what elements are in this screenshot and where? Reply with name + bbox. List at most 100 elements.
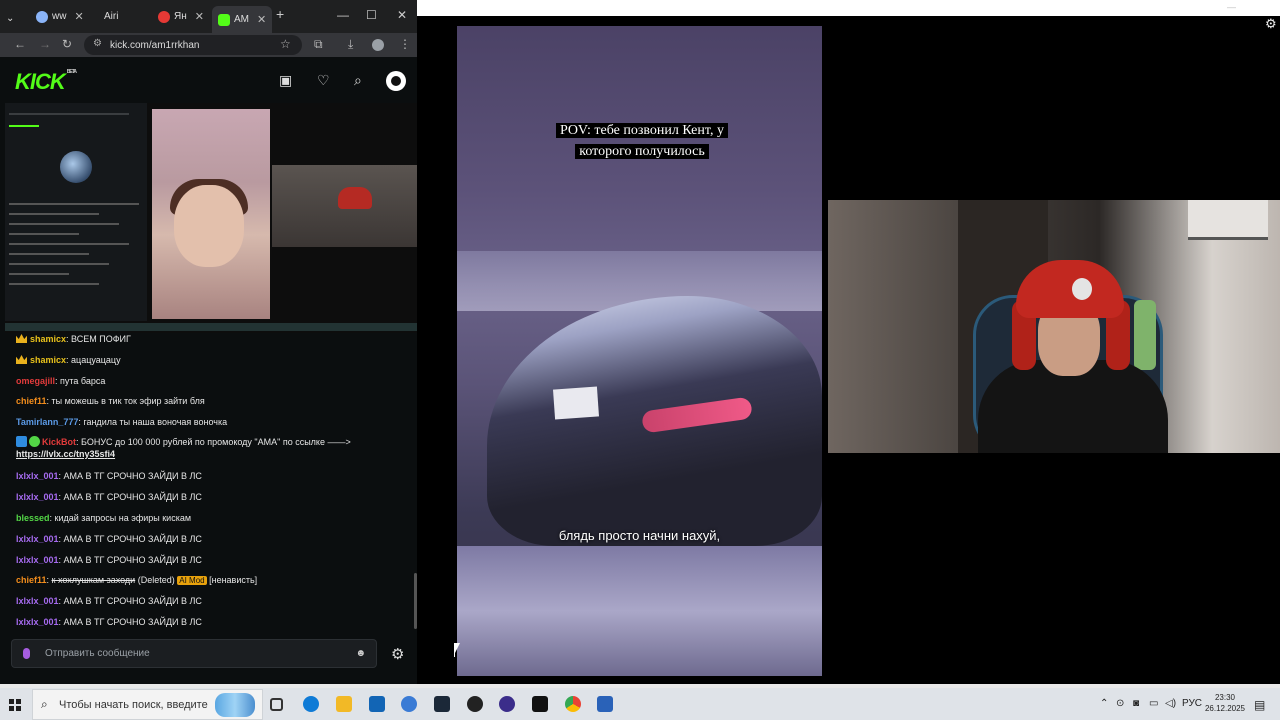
mouse-cursor (454, 643, 460, 657)
extensions-icon[interactable]: ⧉ (314, 37, 323, 52)
browser-tab-4[interactable]: АМ ✕ (212, 6, 273, 33)
chat-message: chief11: к хохлушкам заходи (Deleted) AI… (16, 574, 257, 587)
minimize-button[interactable]: — (1227, 2, 1236, 12)
stream-preview[interactable] (5, 103, 417, 333)
crown-badge-icon (16, 355, 27, 364)
close-icon[interactable]: ✕ (195, 10, 204, 23)
vertical-video[interactable]: POV: тебе позвонил Кент, у которого полу… (457, 26, 822, 676)
shared-screen-thumbnail (5, 103, 147, 321)
preview-taskbar (5, 323, 417, 331)
close-window-button[interactable]: ✕ (397, 8, 407, 22)
chat-username[interactable]: lxlxlx_001 (16, 596, 59, 606)
browser-tab-1[interactable]: ww ✕ (30, 6, 90, 27)
store-icon[interactable] (369, 696, 385, 712)
yandex-icon (158, 10, 170, 23)
browser-tab-3[interactable]: Ян ✕ (152, 6, 210, 27)
tab-label: Airi (104, 11, 119, 22)
user-avatar[interactable] (386, 71, 406, 91)
reload-button[interactable]: ↻ (62, 37, 72, 51)
task-view-icon[interactable] (270, 698, 283, 711)
minimize-button[interactable]: — (337, 8, 349, 22)
tab-label: АМ (234, 14, 249, 25)
chat-panel: shamicx: ВСЕМ ПОФИГ shamicx: ацацуацацу om… (0, 333, 417, 633)
clock-time: 23:30 (1214, 693, 1236, 702)
steam-icon[interactable] (434, 696, 450, 712)
search-icon[interactable]: ⌕ (354, 72, 362, 89)
chat-username[interactable]: lxlxlx_001 (16, 471, 59, 481)
chat-input-placeholder: Отправить сообщение (45, 648, 150, 659)
chat-text: : АМА В ТГ СРОЧНО ЗАЙДИ В ЛС (58, 492, 202, 502)
bot-badge-icon (16, 436, 27, 447)
browser-toolbar: ← → ↻ ⚙ kick.com/am1rrkhan ☆ ⧉ ⤓ ⋮ (0, 33, 417, 57)
chat-message: KickBot: БОНУС до 100 000 рублей по пром… (16, 436, 351, 460)
browse-icon[interactable]: ▣ (279, 72, 292, 89)
kick-logo[interactable]: KICK BETA (15, 69, 77, 95)
address-bar[interactable]: ⚙ kick.com/am1rrkhan (84, 35, 302, 55)
chat-username[interactable]: lxlxlx_001 (16, 534, 59, 544)
app-icon[interactable] (597, 696, 613, 712)
chat-username[interactable]: chief11 (16, 575, 47, 585)
video-caption-top: POV: тебе позвонил Кент, у которого полу… (537, 120, 747, 162)
chat-username[interactable]: shamicx (30, 355, 66, 365)
back-button[interactable]: ← (14, 37, 26, 51)
new-tab-button[interactable]: + (276, 6, 284, 22)
globe-icon (36, 10, 48, 23)
chat-message: blessed: кидай запросы на эфиры кискам (16, 512, 191, 524)
chat-message: lxlxlx_001: АМА В ТГ СРОЧНО ЗАЙДИ В ЛС (16, 554, 202, 566)
notifications-icon[interactable]: ▤ (1254, 698, 1265, 712)
chat-username[interactable]: blessed (16, 513, 50, 523)
screen: ⌄ ww ✕ Airi Ян ✕ АМ ✕ + — ☐ ✕ ← → ↻ ⚙ ki… (0, 0, 1280, 720)
app-icon[interactable] (499, 696, 515, 712)
chat-settings-gear-icon[interactable]: ⚙ (391, 645, 404, 663)
tab-search-button[interactable]: ⌄ (0, 8, 20, 29)
site-info-icon[interactable]: ⚙ (93, 38, 102, 49)
chat-username[interactable]: lxlxlx_001 (16, 492, 59, 502)
windows-start-icon[interactable] (9, 699, 21, 711)
bookmark-star-icon[interactable]: ☆ (280, 37, 291, 51)
chat-text: : АМА В ТГ СРОЧНО ЗАЙДИ В ЛС (58, 534, 202, 544)
chevron-up-icon[interactable]: ⌃ (1100, 698, 1108, 709)
menu-icon[interactable]: ⋮ (399, 37, 411, 51)
chat-message: shamicx: ацацуацацу (16, 354, 121, 366)
chat-username[interactable]: shamicx (30, 334, 66, 344)
tray-icon[interactable]: ◙ (1133, 698, 1139, 709)
chat-input[interactable]: Отправить сообщение ☻ (11, 639, 377, 668)
network-icon[interactable]: ▭ (1149, 698, 1158, 709)
emoji-icon[interactable]: ☻ (355, 648, 366, 659)
taskbar-search-box[interactable]: ⌕ Чтобы начать поиск, введите (32, 689, 263, 720)
profile-avatar[interactable] (372, 39, 384, 51)
forward-button[interactable]: → (39, 37, 51, 51)
chat-username[interactable]: lxlxlx_001 (16, 617, 59, 627)
chat-username[interactable]: omegajill (16, 376, 55, 386)
following-heart-icon[interactable]: ♡ (317, 72, 330, 89)
obs-icon[interactable] (467, 696, 483, 712)
tray-icon[interactable]: ⊙ (1116, 698, 1124, 709)
download-icon[interactable]: ⤓ (348, 37, 353, 52)
v2-app-icon[interactable] (532, 696, 548, 712)
browser-window: ⌄ ww ✕ Airi Ян ✕ АМ ✕ + — ☐ ✕ ← → ↻ ⚙ ki… (0, 0, 417, 688)
close-icon[interactable]: ✕ (257, 13, 266, 26)
chat-scrollbar[interactable] (414, 573, 417, 629)
chat-link[interactable]: https://lvlx.cc/tny35sfi4 (16, 449, 115, 459)
volume-icon[interactable]: ◁) (1165, 698, 1176, 709)
clock-date: 26.12.2025 (1204, 704, 1246, 713)
maximize-button[interactable]: ☐ (366, 8, 377, 22)
chrome-icon[interactable] (565, 696, 581, 712)
gear-icon[interactable]: ⚙ (1265, 16, 1277, 32)
chat-text: : гандила ты наша воночая воночка (78, 417, 228, 427)
chat-username[interactable]: KickBot (42, 437, 76, 447)
chat-text: : пута барса (55, 376, 106, 386)
microphone-icon[interactable] (23, 648, 30, 659)
chat-username[interactable]: Tamirlann_777 (16, 417, 78, 427)
webcam-thumbnail (272, 165, 417, 247)
chat-username[interactable]: lxlxlx_001 (16, 555, 59, 565)
file-explorer-icon[interactable] (336, 696, 352, 712)
chat-username[interactable]: chief11 (16, 396, 47, 406)
app-icon[interactable] (401, 696, 417, 712)
clock[interactable]: 23:30 26.12.2025 (1200, 692, 1250, 714)
edge-icon[interactable] (303, 696, 319, 712)
search-highlight-image (215, 693, 255, 717)
browser-tab-2[interactable]: Airi (98, 6, 124, 27)
chat-text: : кидай запросы на эфиры кискам (49, 513, 192, 523)
close-icon[interactable]: ✕ (74, 10, 83, 23)
